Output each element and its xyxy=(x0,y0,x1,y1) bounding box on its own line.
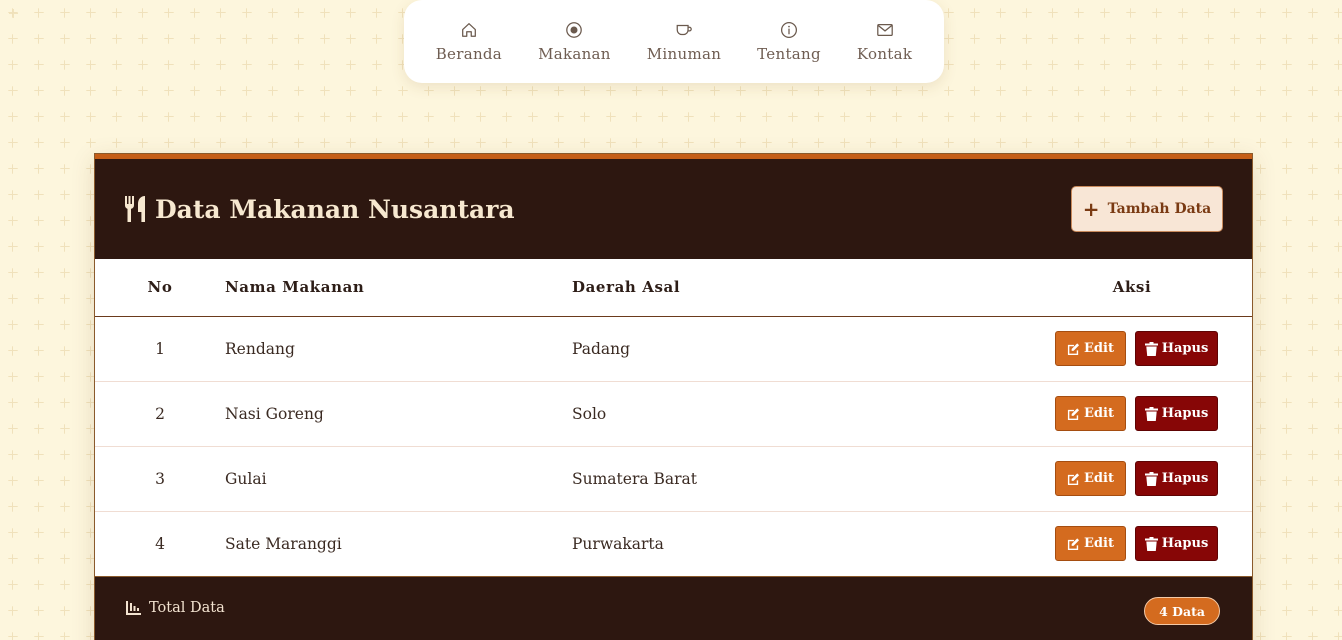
cell-no: 3 xyxy=(155,469,165,488)
trash-icon xyxy=(1144,471,1158,486)
page-title: Data Makanan Nusantara xyxy=(123,195,515,224)
edit-icon xyxy=(1067,538,1080,550)
cell-action: Edit Hapus xyxy=(972,511,1252,576)
table-row: 3 Gulai Sumatera Barat Edit Hapus xyxy=(95,446,1252,511)
trash-icon xyxy=(1144,536,1158,551)
nav-label: Kontak xyxy=(856,44,913,63)
cell-no: 2 xyxy=(155,404,165,423)
top-navigation: Beranda Makanan Minuman Tentang Kontak xyxy=(404,0,944,83)
nav-item-makanan[interactable]: Makanan xyxy=(520,21,629,63)
column-header-action: Aksi xyxy=(1112,278,1152,297)
nav-item-kontak[interactable]: Kontak xyxy=(839,21,930,63)
envelope-icon xyxy=(876,23,893,36)
home-icon xyxy=(461,22,476,37)
nav-label: Makanan xyxy=(538,44,611,63)
edit-label: Edit xyxy=(1084,341,1114,356)
cup-icon xyxy=(676,24,692,35)
cell-no: 4 xyxy=(155,534,165,553)
plus-icon: + xyxy=(1082,197,1100,221)
table-row: 2 Nasi Goreng Solo Edit Hapus xyxy=(95,381,1252,446)
nav-item-minuman[interactable]: Minuman xyxy=(629,21,739,63)
trash-icon xyxy=(1144,406,1158,421)
edit-button[interactable]: Edit xyxy=(1055,526,1126,562)
delete-label: Hapus xyxy=(1161,406,1209,421)
total-data-label: Total Data xyxy=(126,600,225,616)
delete-button[interactable]: Hapus xyxy=(1135,526,1218,562)
edit-button[interactable]: Edit xyxy=(1055,461,1126,496)
column-header-region: Daerah Asal xyxy=(572,278,681,297)
delete-label: Hapus xyxy=(1161,471,1209,486)
cell-name: Nasi Goreng xyxy=(225,404,324,423)
cell-action: Edit Hapus xyxy=(972,381,1252,446)
card-footer: Total Data 4 Data xyxy=(95,576,1252,640)
cell-no: 1 xyxy=(155,339,165,358)
card-header: Data Makanan Nusantara + Tambah Data xyxy=(95,154,1252,259)
trash-icon xyxy=(1144,341,1158,356)
total-data-text: Total Data xyxy=(149,600,225,616)
edit-label: Edit xyxy=(1084,471,1114,486)
cell-name: Gulai xyxy=(225,469,267,488)
table-row: 1 Rendang Padang Edit Hapus xyxy=(95,316,1252,381)
food-table: No Nama Makanan Daerah Asal Aksi 1 Renda… xyxy=(95,259,1252,576)
add-data-label: Tambah Data xyxy=(1107,201,1212,217)
nav-label: Minuman xyxy=(646,44,722,63)
nav-item-tentang[interactable]: Tentang xyxy=(739,21,839,63)
cell-region: Padang xyxy=(572,339,631,358)
cell-region: Sumatera Barat xyxy=(572,469,698,488)
utensils-icon xyxy=(124,196,145,222)
delete-button[interactable]: Hapus xyxy=(1135,331,1218,366)
cell-name: Sate Maranggi xyxy=(225,534,342,553)
edit-icon xyxy=(1067,472,1080,485)
page-title-text: Data Makanan Nusantara xyxy=(155,194,515,224)
nav-item-beranda[interactable]: Beranda xyxy=(418,21,520,63)
edit-icon xyxy=(1067,407,1080,420)
table-header-row: No Nama Makanan Daerah Asal Aksi xyxy=(95,259,1252,316)
cell-action: Edit Hapus xyxy=(972,446,1252,511)
delete-label: Hapus xyxy=(1161,341,1209,356)
edit-icon xyxy=(1067,342,1080,355)
food-data-card: Data Makanan Nusantara + Tambah Data No … xyxy=(94,153,1253,640)
edit-button[interactable]: Edit xyxy=(1055,396,1126,431)
plate-icon xyxy=(566,21,583,38)
add-data-button[interactable]: + Tambah Data xyxy=(1071,186,1223,232)
delete-button[interactable]: Hapus xyxy=(1135,396,1218,431)
cell-region: Solo xyxy=(572,404,607,423)
edit-label: Edit xyxy=(1084,406,1114,421)
cell-action: Edit Hapus xyxy=(972,316,1252,381)
chart-icon xyxy=(126,601,141,615)
cell-region: Purwakarta xyxy=(572,534,664,553)
table-body: 1 Rendang Padang Edit Hapus 2 Nasi Goren… xyxy=(95,316,1252,576)
info-icon xyxy=(781,21,798,38)
edit-button[interactable]: Edit xyxy=(1055,331,1126,366)
total-count-badge: 4 Data xyxy=(1144,597,1220,625)
delete-button[interactable]: Hapus xyxy=(1135,461,1218,496)
column-header-no: No xyxy=(147,278,173,297)
column-header-name: Nama Makanan xyxy=(225,278,365,297)
delete-label: Hapus xyxy=(1161,536,1209,552)
nav-label: Tentang xyxy=(757,44,821,63)
edit-label: Edit xyxy=(1084,536,1114,552)
cell-name: Rendang xyxy=(225,339,295,358)
table-row: 4 Sate Maranggi Purwakarta Edit Hapus xyxy=(95,511,1252,576)
nav-label: Beranda xyxy=(435,44,503,63)
